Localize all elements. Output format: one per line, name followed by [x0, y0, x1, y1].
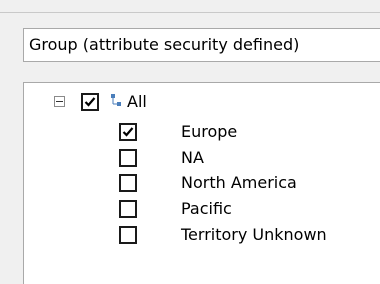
top-panel-edge [0, 0, 380, 13]
checkbox-europe[interactable] [119, 123, 137, 141]
checkbox-pacific[interactable] [119, 200, 137, 218]
checkmark-icon [84, 97, 96, 107]
member-tree[interactable]: All Europe NA North America Pacific Terr… [23, 82, 380, 284]
tree-item-label-north-america[interactable]: North America [181, 173, 297, 193]
tree-item-label-pacific[interactable]: Pacific [181, 199, 232, 219]
collapse-minus-icon[interactable] [54, 96, 65, 107]
tree-item-label-europe[interactable]: Europe [181, 122, 237, 142]
checkmark-icon [122, 127, 134, 137]
tree-root-label[interactable]: All [127, 92, 147, 112]
tree-item-label-territory-unknown[interactable]: Territory Unknown [181, 225, 327, 245]
hierarchy-icon [111, 94, 121, 106]
tree-item-label-na[interactable]: NA [181, 148, 204, 168]
checkbox-territory-unknown[interactable] [119, 226, 137, 244]
dimension-select[interactable]: Group (attribute security defined) [23, 28, 380, 62]
checkbox-na[interactable] [119, 149, 137, 167]
root-checkbox-all[interactable] [81, 93, 99, 111]
dimension-select-value: Group (attribute security defined) [29, 35, 300, 54]
checkbox-north-america[interactable] [119, 174, 137, 192]
